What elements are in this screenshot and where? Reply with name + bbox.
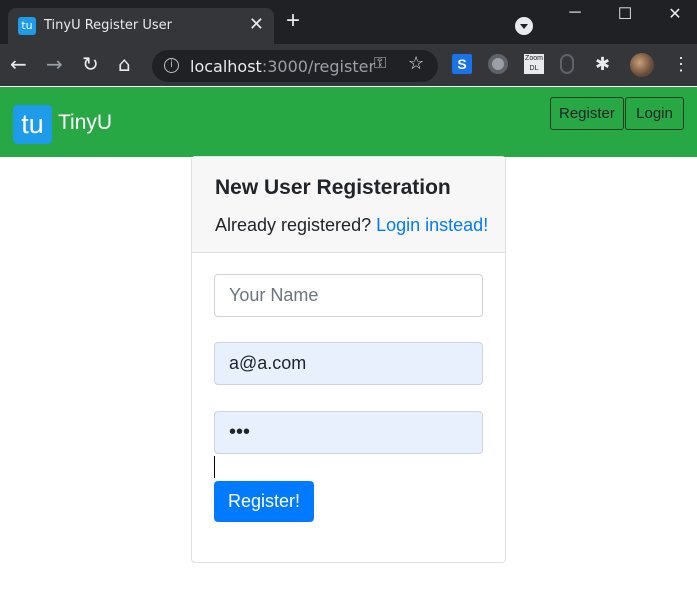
extensions-icon[interactable]: ✱ [595, 54, 615, 74]
back-icon[interactable]: ← [10, 53, 27, 75]
tab-favicon-icon: tu [18, 17, 36, 35]
zoom-extension-icon[interactable]: Zoom DL [524, 54, 544, 74]
text-cursor [214, 456, 215, 478]
tab-title: TinyU Register User [44, 18, 173, 33]
profile-avatar[interactable] [630, 53, 654, 77]
circle-extension-icon[interactable] [488, 54, 508, 74]
browser-toolbar: ← → ↻ ⌂ i localhost:3000/register ⚿ ☆ S … [0, 44, 697, 86]
tab-search-icon[interactable] [515, 17, 533, 35]
browser-titlebar: tu TinyU Register User ✕ + ─ ☐ ✕ [0, 0, 697, 44]
info-icon[interactable]: i [164, 58, 179, 73]
url-host: localhost [190, 57, 262, 76]
browser-tab[interactable]: tu TinyU Register User ✕ [8, 8, 274, 44]
name-input[interactable] [214, 274, 483, 317]
window-close-icon[interactable]: ✕ [652, 4, 697, 24]
register-nav-button[interactable]: Register [550, 97, 624, 130]
home-icon[interactable]: ⌂ [118, 53, 131, 75]
menu-icon[interactable]: ⋮ [672, 52, 690, 76]
login-nav-button[interactable]: Login [625, 97, 684, 130]
star-icon[interactable]: ☆ [408, 53, 424, 74]
login-instead-link[interactable]: Login instead! [376, 215, 488, 235]
minimize-icon[interactable]: ─ [552, 4, 598, 22]
email-input[interactable] [214, 342, 483, 385]
page-title: New User Registeration [215, 176, 451, 199]
plus-icon[interactable]: + [286, 9, 300, 33]
registration-card: New User Registeration Already registere… [191, 156, 506, 563]
login-prompt-text: Already registered? [215, 215, 372, 235]
s-extension-icon[interactable]: S [452, 54, 472, 74]
url-path: :3000/register [261, 57, 376, 76]
card-header: New User Registeration Already registere… [192, 157, 505, 253]
forward-icon[interactable]: → [46, 53, 63, 75]
key-icon[interactable]: ⚿ [374, 55, 386, 73]
mouse-extension-icon[interactable] [560, 54, 574, 74]
url-text[interactable]: localhost:3000/register [190, 57, 375, 76]
app-navbar: tu TinyU Register Login [0, 87, 697, 157]
close-icon[interactable]: ✕ [249, 14, 264, 35]
maximize-icon[interactable]: ☐ [602, 4, 648, 24]
brand-name[interactable]: TinyU [58, 111, 112, 135]
brand-logo[interactable]: tu [13, 105, 52, 144]
password-input[interactable] [214, 411, 483, 454]
address-bar[interactable]: i localhost:3000/register ⚿ ☆ [152, 50, 438, 82]
reload-icon[interactable]: ↻ [82, 53, 99, 75]
register-submit-button[interactable]: Register! [214, 481, 315, 522]
login-prompt: Already registered? Login instead! [215, 215, 488, 236]
